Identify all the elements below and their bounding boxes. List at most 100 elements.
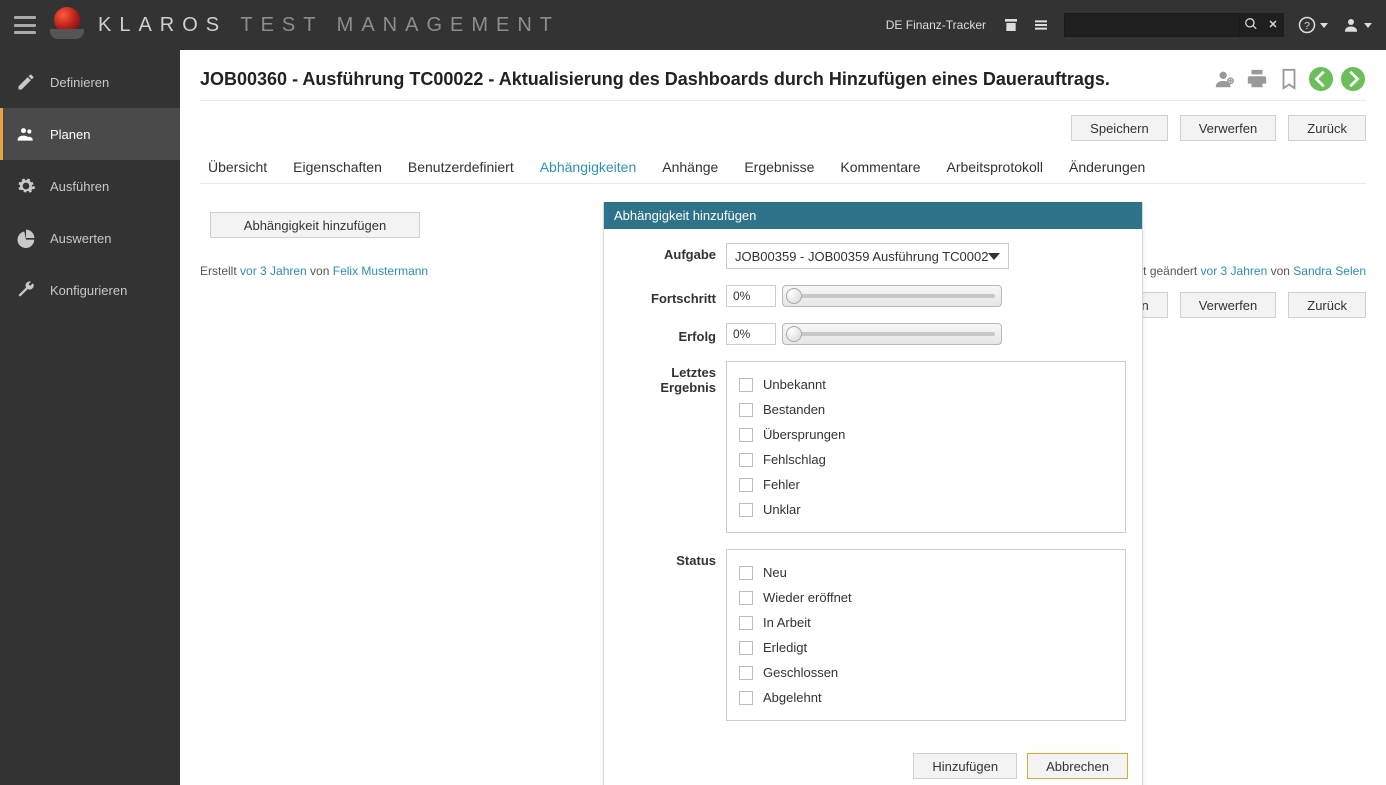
checkbox-icon[interactable] <box>739 428 753 442</box>
tab-userdefined[interactable]: Benutzerdefiniert <box>406 151 516 183</box>
archive-icon[interactable] <box>1002 16 1020 34</box>
success-slider[interactable] <box>782 323 1002 345</box>
sidebar-item-label: Ausführen <box>50 179 109 194</box>
back-button-bottom[interactable]: Zurück <box>1288 292 1366 318</box>
add-dependency-button[interactable]: Abhängigkeit hinzufügen <box>210 212 420 238</box>
brand-sub: TEST MANAGEMENT <box>240 14 560 36</box>
checkbox-icon[interactable] <box>739 641 753 655</box>
modified-time-link[interactable]: vor 3 Jahren <box>1201 264 1268 278</box>
check-item[interactable]: Übersprungen <box>739 422 1113 447</box>
check-item[interactable]: Fehlschlag <box>739 447 1113 472</box>
checkbox-icon[interactable] <box>739 566 753 580</box>
chevron-down-icon <box>988 253 1000 260</box>
tab-properties[interactable]: Eigenschaften <box>291 151 384 183</box>
assign-user-icon[interactable] <box>1212 66 1238 92</box>
search-input[interactable] <box>1064 13 1240 37</box>
check-item[interactable]: Unklar <box>739 497 1113 522</box>
checkbox-icon[interactable] <box>739 503 753 517</box>
tab-results[interactable]: Ergebnisse <box>742 151 816 183</box>
save-button[interactable]: Speichern <box>1071 115 1168 141</box>
wrench-icon <box>14 278 38 302</box>
discard-button[interactable]: Verwerfen <box>1180 115 1277 141</box>
label-success: Erfolg <box>618 325 726 344</box>
menu-toggle[interactable] <box>14 16 36 34</box>
sidebar-item-plan[interactable]: Planen <box>0 108 180 160</box>
user-menu[interactable] <box>1342 16 1372 34</box>
bookmark-icon[interactable] <box>1276 66 1302 92</box>
page-title: JOB00360 - Ausführung TC00022 - Aktualis… <box>200 69 1110 90</box>
sidebar-item-label: Auswerten <box>50 231 111 246</box>
sidebar-item-label: Konfigurieren <box>50 283 127 298</box>
label-task: Aufgabe <box>618 243 726 262</box>
chevron-down-icon <box>1364 23 1372 28</box>
sidebar-item-label: Definieren <box>50 75 109 90</box>
task-select-value: JOB00359 - JOB00359 Ausführung TC0002 <box>735 249 988 264</box>
check-item[interactable]: In Arbeit <box>739 610 1113 635</box>
created-meta: Erstellt vor 3 Jahren von Felix Musterma… <box>200 264 428 278</box>
status-list: Neu Wieder eröffnet In Arbeit Erledigt G… <box>726 549 1126 721</box>
tab-dependencies[interactable]: Abhängigkeiten <box>538 151 639 183</box>
check-item[interactable]: Geschlossen <box>739 660 1113 685</box>
label-status: Status <box>618 549 726 568</box>
checkbox-icon[interactable] <box>739 591 753 605</box>
edit-icon <box>14 70 38 94</box>
nav-prev-button[interactable] <box>1308 66 1334 92</box>
tab-comments[interactable]: Kommentare <box>838 151 922 183</box>
created-time-link[interactable]: vor 3 Jahren <box>240 264 307 278</box>
list-icon[interactable] <box>1032 16 1050 34</box>
search-button[interactable] <box>1240 13 1262 37</box>
check-item[interactable]: Abgelehnt <box>739 685 1113 710</box>
label-progress: Fortschritt <box>618 287 726 306</box>
tab-overview[interactable]: Übersicht <box>206 151 269 183</box>
app-logo <box>50 7 84 43</box>
sidebar-item-configure[interactable]: Konfigurieren <box>0 264 180 316</box>
dialog-add-button[interactable]: Hinzufügen <box>913 753 1017 779</box>
progress-value[interactable]: 0% <box>726 285 776 307</box>
tab-attachments[interactable]: Anhänge <box>660 151 720 183</box>
tab-worklog[interactable]: Arbeitsprotokoll <box>945 151 1046 183</box>
check-item[interactable]: Unbekannt <box>739 372 1113 397</box>
checkbox-icon[interactable] <box>739 691 753 705</box>
back-button[interactable]: Zurück <box>1288 115 1366 141</box>
discard-button-bottom[interactable]: Verwerfen <box>1180 292 1277 318</box>
checkbox-icon[interactable] <box>739 478 753 492</box>
check-item[interactable]: Erledigt <box>739 635 1113 660</box>
task-select[interactable]: JOB00359 - JOB00359 Ausführung TC0002 <box>726 243 1009 269</box>
checkbox-icon[interactable] <box>739 378 753 392</box>
checkbox-icon[interactable] <box>739 616 753 630</box>
success-value[interactable]: 0% <box>726 323 776 345</box>
checkbox-icon[interactable] <box>739 403 753 417</box>
checkbox-icon[interactable] <box>739 666 753 680</box>
users-icon <box>14 122 38 146</box>
check-item[interactable]: Wieder eröffnet <box>739 585 1113 610</box>
dialog-cancel-button[interactable]: Abbrechen <box>1027 753 1128 779</box>
nav-next-button[interactable] <box>1340 66 1366 92</box>
modified-by-link[interactable]: Sandra Selen <box>1293 264 1366 278</box>
search-clear-button[interactable] <box>1262 13 1284 37</box>
last-result-list: Unbekannt Bestanden Übersprungen Fehlsch… <box>726 361 1126 533</box>
label-last-result: Letztes Ergebnis <box>618 361 726 395</box>
sidebar-item-execute[interactable]: Ausführen <box>0 160 180 212</box>
check-item[interactable]: Neu <box>739 560 1113 585</box>
created-by-link[interactable]: Felix Mustermann <box>333 264 428 278</box>
sidebar-item-evaluate[interactable]: Auswerten <box>0 212 180 264</box>
gear-icon <box>14 174 38 198</box>
check-item[interactable]: Fehler <box>739 472 1113 497</box>
check-item[interactable]: Bestanden <box>739 397 1113 422</box>
svg-text:?: ? <box>1304 20 1310 32</box>
brand-title: KLAROS TEST MANAGEMENT <box>98 14 560 37</box>
brand-main: KLAROS <box>98 14 227 36</box>
add-dependency-dialog: Abhängigkeit hinzufügen Aufgabe JOB00359… <box>603 202 1143 785</box>
main-content: JOB00360 - Ausführung TC00022 - Aktualis… <box>180 50 1386 785</box>
progress-slider[interactable] <box>782 285 1002 307</box>
sidebar-item-label: Planen <box>50 127 90 142</box>
sidebar-item-define[interactable]: Definieren <box>0 56 180 108</box>
tab-changes[interactable]: Änderungen <box>1067 151 1147 183</box>
pie-chart-icon <box>14 226 38 250</box>
project-name: DE Finanz-Tracker <box>886 18 986 32</box>
sidebar: Definieren Planen Ausführen Auswerten Ko… <box>0 50 180 785</box>
print-icon[interactable] <box>1244 66 1270 92</box>
help-menu[interactable]: ? <box>1298 16 1328 34</box>
tabs: Übersicht Eigenschaften Benutzerdefinier… <box>200 151 1366 184</box>
checkbox-icon[interactable] <box>739 453 753 467</box>
